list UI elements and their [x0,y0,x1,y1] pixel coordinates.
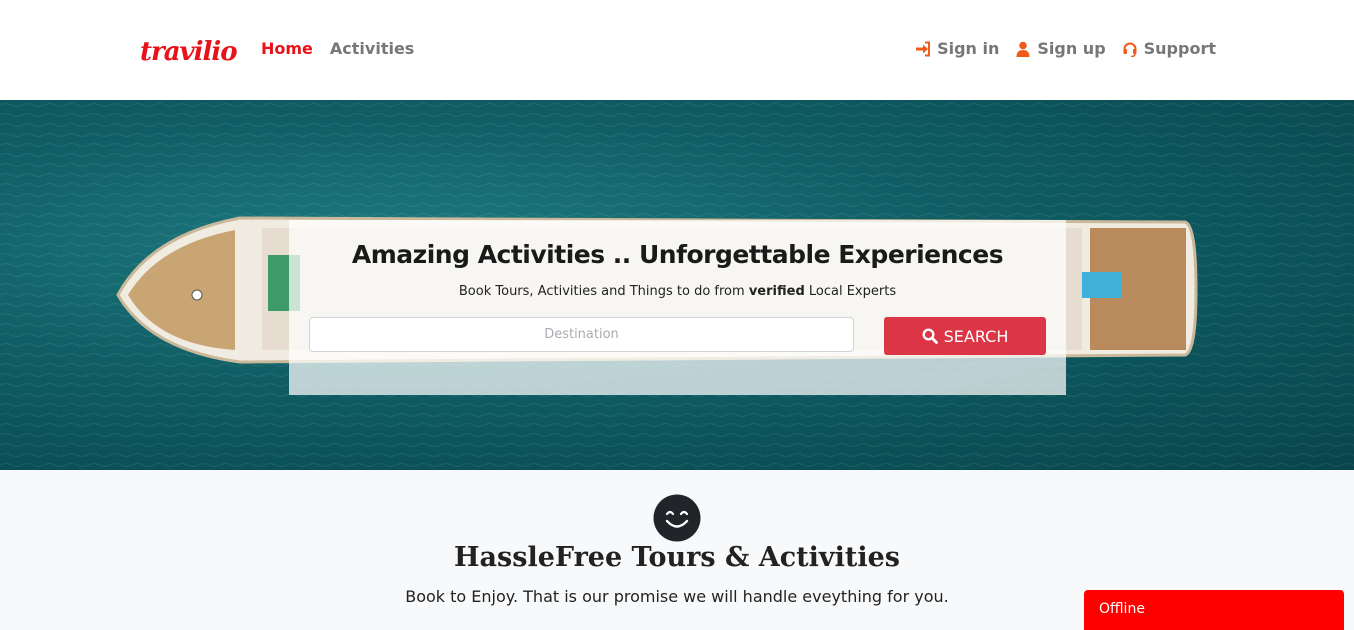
account-nav: Sign in Sign up Support [915,39,1216,58]
sign-in-icon [916,41,931,56]
sign-up-link[interactable]: Sign up [1015,39,1106,58]
headset-icon [1123,42,1137,57]
search-button[interactable]: SEARCH [884,317,1046,355]
hero-subline-suffix: Local Experts [808,284,897,299]
travilio-logo[interactable]: travilio [138,30,238,70]
search-panel: Amazing Activities .. Unforgettable Expe… [289,220,1066,395]
hero-subline: Book Tours, Activities and Things to do … [289,284,1066,299]
nav-home-link[interactable]: Home [261,39,313,58]
svg-text:travilio: travilio [140,37,237,67]
sign-in-link[interactable]: Sign in [915,39,999,58]
main-nav: Home Activities [261,39,414,58]
hero-subline-bold: verified [748,284,805,299]
search-icon [922,328,938,344]
destination-input[interactable] [309,317,854,352]
support-label: Support [1143,39,1216,58]
sign-in-label: Sign in [937,39,1000,58]
hero-banner: Amazing Activities .. Unforgettable Expe… [0,100,1354,470]
chat-status-badge[interactable]: Offline [1084,590,1344,630]
hero-headline: Amazing Activities .. Unforgettable Expe… [351,240,1004,269]
user-icon [1016,41,1030,57]
search-button-label: SEARCH [943,326,1009,346]
feature-title: HassleFree Tours & Activities [454,542,900,573]
top-navbar: travilio Home Activities Sign in Sign up [0,0,1354,100]
support-link[interactable]: Support [1122,39,1216,58]
smile-icon [653,494,701,542]
nav-activities-link[interactable]: Activities [330,39,414,58]
hero-subline-prefix: Book Tours, Activities and Things to do … [458,284,745,299]
sign-up-label: Sign up [1037,39,1106,58]
